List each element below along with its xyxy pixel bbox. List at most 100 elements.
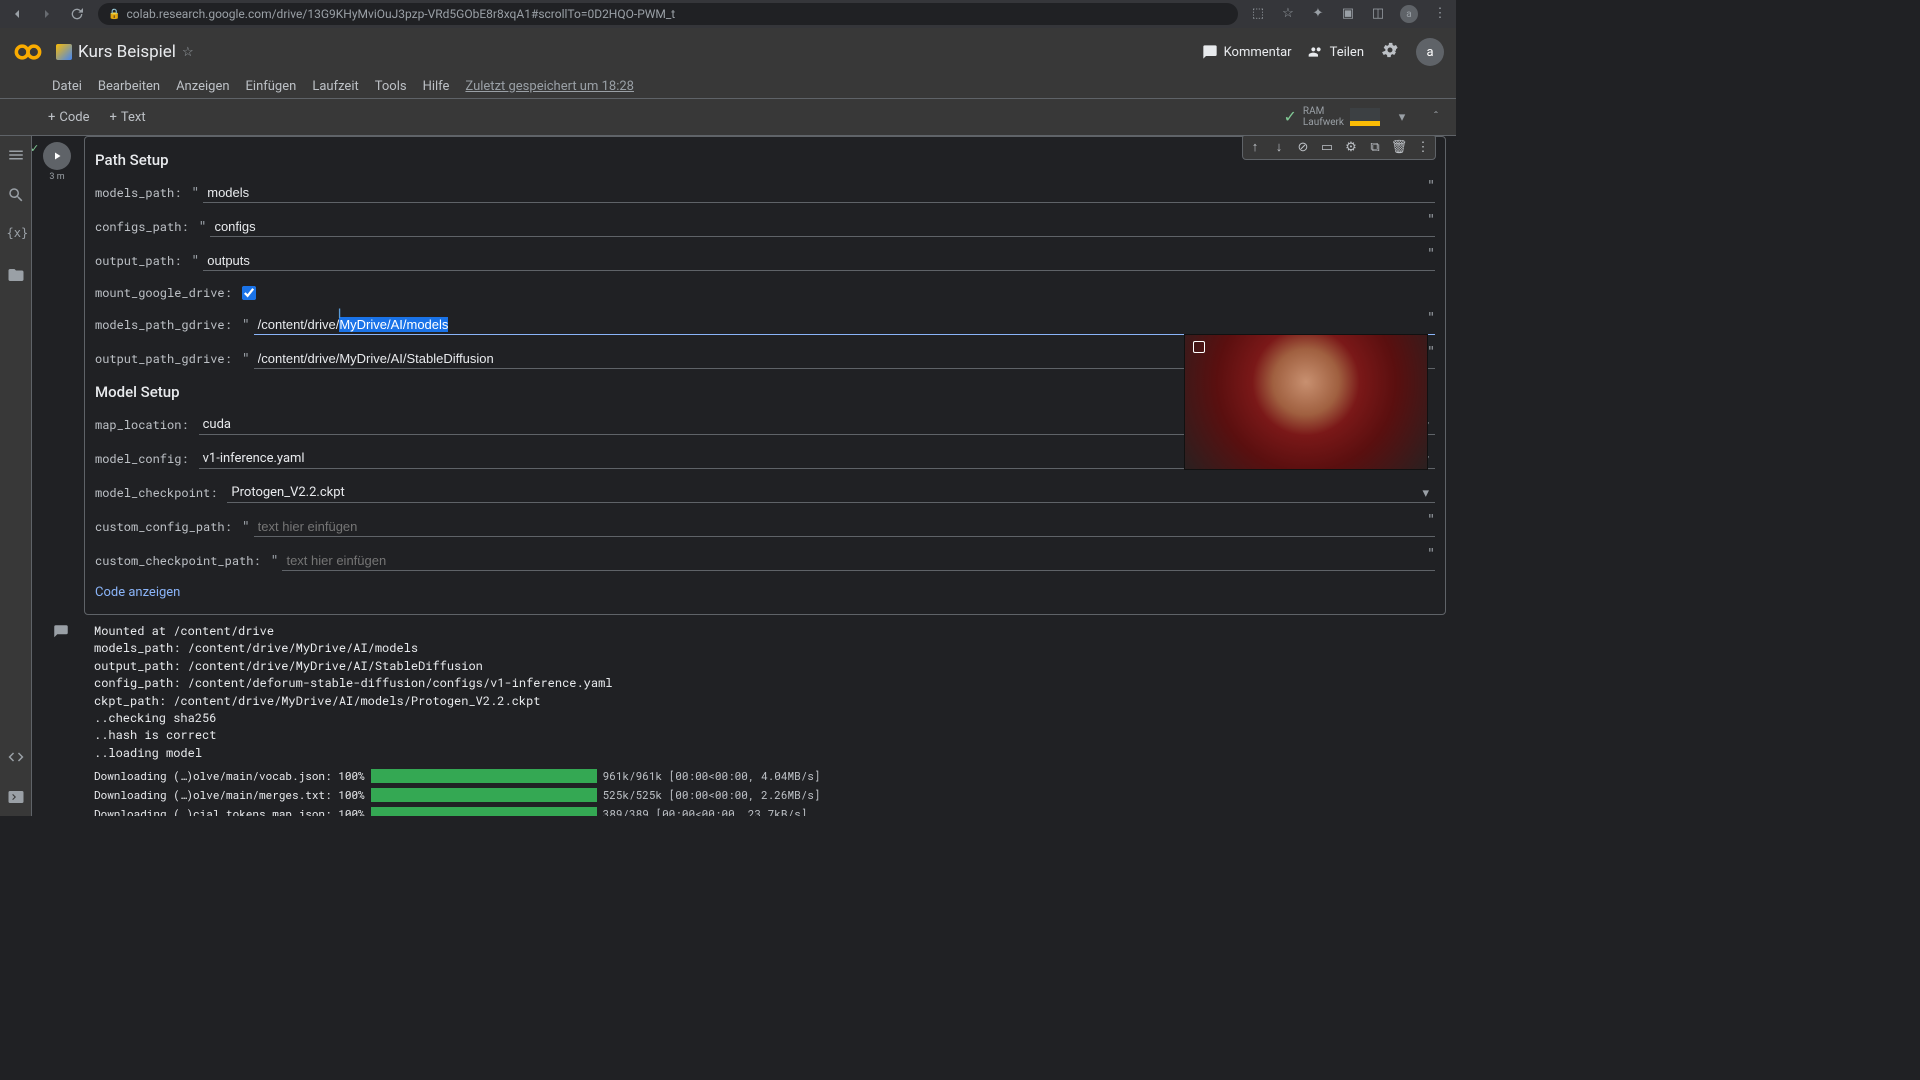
- run-cell-button[interactable]: [43, 142, 71, 170]
- profile-avatar[interactable]: a: [1400, 5, 1418, 23]
- menu-view[interactable]: Anzeigen: [176, 79, 229, 94]
- files-icon[interactable]: [7, 266, 25, 284]
- show-code-link[interactable]: Code anzeigen: [95, 585, 1435, 600]
- terminal-icon[interactable]: [7, 788, 25, 806]
- forward-icon[interactable]: [38, 5, 56, 23]
- menu-bar: Datei Bearbeiten Anzeigen Einfügen Laufz…: [0, 76, 1456, 98]
- custom-config-label: custom_config_path:: [95, 519, 232, 535]
- lock-icon: 🔒: [108, 9, 120, 20]
- cell-settings-icon[interactable]: ⚙: [1341, 137, 1361, 157]
- cell-output: Mounted at /content/drive models_path: /…: [84, 615, 1446, 816]
- models-path-gdrive-input[interactable]: /content/drive/MyDrive/AI/models I: [254, 315, 1435, 335]
- bookmark-icon[interactable]: ☆: [1280, 5, 1296, 21]
- model-checkpoint-row: model_checkpoint: Protogen_V2.2.ckpt ▾: [95, 483, 1435, 503]
- custom-checkpoint-label: custom_checkpoint_path:: [95, 553, 261, 569]
- cell-status-icon: ✓: [32, 142, 39, 155]
- url-bar[interactable]: 🔒 colab.research.google.com/drive/13G9KH…: [98, 3, 1238, 25]
- models-path-gdrive-row: models_path_gdrive: " /content/drive/MyD…: [95, 315, 1435, 335]
- browser-actions: ⬚ ☆ ✦ ▣ ◫ a ⋮: [1250, 5, 1448, 23]
- comment-cell-icon[interactable]: ▭: [1317, 137, 1337, 157]
- custom-checkpoint-input[interactable]: [282, 551, 1435, 571]
- menu-help[interactable]: Hilfe: [423, 79, 450, 94]
- custom-config-input[interactable]: [254, 517, 1435, 537]
- configs-path-row: configs_path: " ": [95, 217, 1435, 237]
- menu-file[interactable]: Datei: [52, 79, 82, 94]
- progress-row: Downloading (…)cial_tokens_map.json: 100…: [94, 806, 1436, 816]
- variables-icon[interactable]: {x}: [7, 226, 25, 244]
- share-button[interactable]: Teilen: [1308, 44, 1364, 60]
- reload-icon[interactable]: [68, 5, 86, 23]
- colab-logo-icon[interactable]: [12, 36, 44, 68]
- cell-toolbar: +Code +Text ✓ RAMLaufwerk ▾ ˆ: [0, 98, 1456, 136]
- models-path-label: models_path:: [95, 185, 181, 201]
- map-location-label: map_location:: [95, 417, 189, 433]
- move-up-icon[interactable]: ↑: [1245, 137, 1265, 157]
- cell-menu-icon[interactable]: ⋮: [1413, 137, 1433, 157]
- progress-bar: [371, 807, 597, 816]
- move-down-icon[interactable]: ↓: [1269, 137, 1289, 157]
- cell-runtime: 3 m: [49, 172, 64, 182]
- menu-insert[interactable]: Einfügen: [246, 79, 297, 94]
- add-code-button[interactable]: +Code: [38, 106, 100, 129]
- configs-path-input[interactable]: [210, 217, 1435, 237]
- progress-bar: [371, 788, 597, 802]
- cast-icon[interactable]: ▣: [1340, 5, 1356, 21]
- output-path-input[interactable]: [203, 251, 1435, 271]
- code-snippets-icon[interactable]: [7, 748, 25, 766]
- ram-indicator[interactable]: ✓ RAMLaufwerk: [1284, 106, 1381, 128]
- colab-header: Kurs Beispiel ☆ Kommentar Teilen a: [0, 28, 1456, 76]
- text-cursor-icon: I: [338, 305, 342, 321]
- progress-label: Downloading (…)olve/main/vocab.json: 100…: [94, 768, 365, 783]
- delete-cell-icon[interactable]: 🗑: [1389, 137, 1409, 157]
- menu-runtime[interactable]: Laufzeit: [312, 79, 358, 94]
- custom-checkpoint-row: custom_checkpoint_path: " ": [95, 551, 1435, 571]
- models-path-row: models_path: " ": [95, 183, 1435, 203]
- translate-icon[interactable]: ⬚: [1250, 5, 1266, 21]
- progress-stats: 961k/961k [00:00<00:00, 4.04MB/s]: [603, 768, 821, 783]
- menu-edit[interactable]: Bearbeiten: [98, 79, 160, 94]
- form-cell: ✓ 3 m ↑ ↓ ⊘ ▭ ⚙ ⧉ 🗑 ⋮ Path Setup models_: [40, 136, 1446, 816]
- mount-gdrive-checkbox[interactable]: [242, 286, 256, 300]
- back-icon[interactable]: [8, 5, 26, 23]
- progress-row: Downloading (…)olve/main/vocab.json: 100…: [94, 768, 1436, 783]
- webcam-overlay: [1184, 334, 1428, 470]
- toc-icon[interactable]: [7, 146, 25, 164]
- notebook-title[interactable]: Kurs Beispiel: [78, 42, 176, 62]
- path-setup-heading: Path Setup: [95, 151, 1435, 169]
- progress-bar: [371, 769, 597, 783]
- model-config-label: model_config:: [95, 451, 189, 467]
- mirror-icon[interactable]: ⧉: [1365, 137, 1385, 157]
- settings-icon[interactable]: [1380, 40, 1400, 64]
- search-icon[interactable]: [7, 186, 25, 204]
- add-text-button[interactable]: +Text: [100, 106, 156, 129]
- main-content: ✓ 3 m ↑ ↓ ⊘ ▭ ⚙ ⧉ 🗑 ⋮ Path Setup models_: [32, 136, 1456, 816]
- title-area: Kurs Beispiel ☆: [56, 42, 1202, 62]
- browser-chrome: 🔒 colab.research.google.com/drive/13G9KH…: [0, 0, 1456, 28]
- star-icon[interactable]: ☆: [182, 45, 194, 60]
- model-checkpoint-label: model_checkpoint:: [95, 485, 217, 501]
- collapse-icon[interactable]: ˆ: [1424, 105, 1448, 129]
- progress-label: Downloading (…)cial_tokens_map.json: 100…: [94, 806, 365, 816]
- models-path-gdrive-label: models_path_gdrive:: [95, 317, 232, 333]
- comment-button[interactable]: Kommentar: [1202, 44, 1292, 60]
- url-text: colab.research.google.com/drive/13G9KHyM…: [126, 7, 675, 21]
- sidepanel-icon[interactable]: ◫: [1370, 5, 1386, 21]
- extensions-icon[interactable]: ✦: [1310, 5, 1326, 21]
- configs-path-label: configs_path:: [95, 219, 189, 235]
- resource-graph-icon: [1350, 108, 1380, 126]
- progress-stats: 525k/525k [00:00<00:00, 2.26MB/s]: [603, 787, 821, 802]
- runtime-dropdown[interactable]: ▾: [1390, 105, 1414, 129]
- user-avatar[interactable]: a: [1416, 38, 1444, 66]
- output-toggle-icon[interactable]: [52, 623, 70, 641]
- last-saved[interactable]: Zuletzt gespeichert um 18:28: [465, 79, 634, 94]
- progress-row: Downloading (…)olve/main/merges.txt: 100…: [94, 787, 1436, 802]
- progress-label: Downloading (…)olve/main/merges.txt: 100…: [94, 787, 365, 802]
- link-icon[interactable]: ⊘: [1293, 137, 1313, 157]
- left-rail: {x}: [0, 136, 32, 816]
- kebab-icon[interactable]: ⋮: [1432, 5, 1448, 21]
- output-path-label: output_path:: [95, 253, 181, 269]
- model-checkpoint-select[interactable]: Protogen_V2.2.ckpt: [227, 483, 1435, 503]
- menu-tools[interactable]: Tools: [375, 79, 407, 94]
- mount-gdrive-row: mount_google_drive:: [95, 285, 1435, 301]
- models-path-input[interactable]: [203, 183, 1435, 203]
